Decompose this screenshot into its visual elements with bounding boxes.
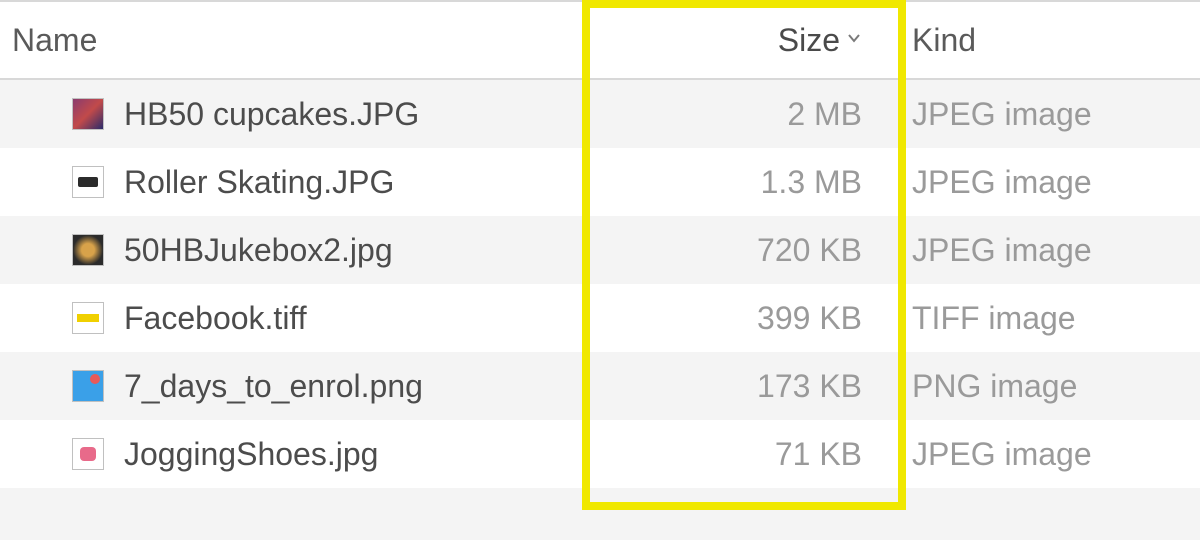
column-header-size[interactable]: Size <box>586 22 892 59</box>
file-name: HB50 cupcakes.JPG <box>124 96 419 133</box>
table-row[interactable]: 50HBJukebox2.jpg 720 KB JPEG image <box>0 216 1200 284</box>
file-kind: TIFF image <box>912 300 1076 337</box>
column-header-row: Name Size Kind <box>0 0 1200 80</box>
file-size: 2 MB <box>787 96 862 133</box>
file-name: 7_days_to_enrol.png <box>124 368 423 405</box>
table-row[interactable]: 7_days_to_enrol.png 173 KB PNG image <box>0 352 1200 420</box>
file-thumbnail-icon <box>72 438 104 470</box>
table-row[interactable]: Roller Skating.JPG 1.3 MB JPEG image <box>0 148 1200 216</box>
table-row[interactable]: HB50 cupcakes.JPG 2 MB JPEG image <box>0 80 1200 148</box>
file-rows: HB50 cupcakes.JPG 2 MB JPEG image Roller… <box>0 80 1200 540</box>
file-size: 399 KB <box>757 300 862 337</box>
column-header-kind-label: Kind <box>912 22 976 59</box>
file-size: 71 KB <box>775 436 862 473</box>
table-row[interactable]: JoggingShoes.jpg 71 KB JPEG image <box>0 420 1200 488</box>
file-list-view: Name Size Kind HB50 cupcakes.JPG 2 MB JP… <box>0 0 1200 542</box>
file-size: 173 KB <box>757 368 862 405</box>
file-kind: PNG image <box>912 368 1077 405</box>
table-row[interactable]: Facebook.tiff 399 KB TIFF image <box>0 284 1200 352</box>
column-header-size-label: Size <box>778 22 840 59</box>
file-kind: JPEG image <box>912 96 1092 133</box>
file-name: Facebook.tiff <box>124 300 307 337</box>
file-thumbnail-icon <box>72 302 104 334</box>
file-name: 50HBJukebox2.jpg <box>124 232 393 269</box>
file-thumbnail-icon <box>72 370 104 402</box>
file-size: 720 KB <box>757 232 862 269</box>
table-row-empty <box>0 488 1200 540</box>
column-header-name[interactable]: Name <box>0 22 586 59</box>
file-kind: JPEG image <box>912 436 1092 473</box>
sort-descending-icon <box>846 30 862 51</box>
column-header-name-label: Name <box>12 22 97 59</box>
file-size: 1.3 MB <box>761 164 862 201</box>
file-thumbnail-icon <box>72 166 104 198</box>
column-header-kind[interactable]: Kind <box>892 22 1200 59</box>
file-kind: JPEG image <box>912 164 1092 201</box>
file-kind: JPEG image <box>912 232 1092 269</box>
file-name: Roller Skating.JPG <box>124 164 394 201</box>
file-name: JoggingShoes.jpg <box>124 436 378 473</box>
file-thumbnail-icon <box>72 234 104 266</box>
file-thumbnail-icon <box>72 98 104 130</box>
